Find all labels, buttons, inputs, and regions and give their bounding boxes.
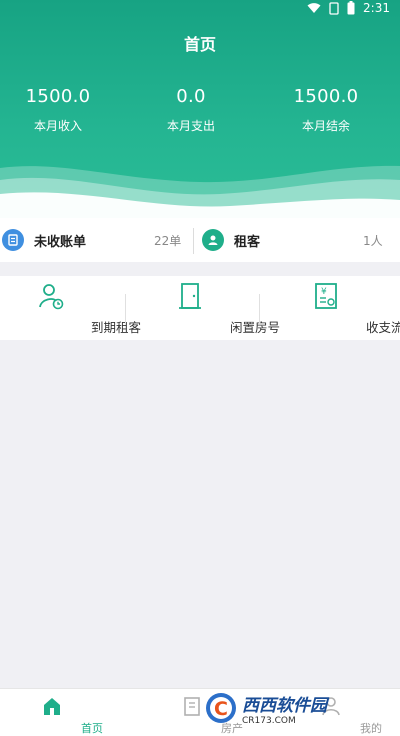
app-root: 2:31 首页 1500.0 本月收入 0.0 本月支出 1500.0 本月结余 [0,0,400,736]
stat-expense-value: 0.0 [176,86,206,107]
tab-home[interactable]: 首页 [12,689,103,736]
svg-text:C: C [214,698,228,720]
header-banner: 2:31 首页 1500.0 本月收入 0.0 本月支出 1500.0 本月结余 [0,0,400,218]
person-icon [202,229,224,251]
tenants-label: 租客 [234,234,261,250]
summary-row: 未收账单 22单 租客 1人 [0,218,400,262]
stat-balance[interactable]: 1500.0 本月结余 [261,86,391,134]
watermark-brand: 西西软件园 [242,695,327,716]
stat-expense-label: 本月支出 [166,119,215,133]
unpaid-bills-label: 未收账单 [34,234,87,250]
unpaid-bills-count: 22单 [154,233,182,248]
bill-icon [2,229,24,251]
signal-icon [329,1,339,15]
tenants-item[interactable]: 租客 1人 [202,218,390,262]
action-vacant-rooms[interactable]: 闲置房号 [125,276,280,340]
building-icon [184,697,200,716]
tab-home-label: 首页 [81,722,103,735]
stat-income-value: 1500.0 [25,86,91,107]
watermark-logo: C 西西软件园 CR173.COM [204,690,382,726]
stat-balance-label: 本月结余 [301,119,350,133]
watermark-emblem-icon: C [206,693,236,723]
action-cashflow[interactable]: ¥ 收支流水 [261,276,400,340]
stat-income[interactable]: 1500.0 本月收入 [0,86,123,134]
status-time: 2:31 [363,1,390,15]
unpaid-bills-item[interactable]: 未收账单 22单 [2,218,190,262]
svg-text:¥: ¥ [321,287,327,297]
action-cashflow-label: 收支流水 [365,320,400,335]
page-title: 首页 [183,35,216,54]
status-bar: 2:31 [0,0,400,18]
stat-income-label: 本月收入 [33,119,82,133]
tenants-count: 1人 [363,233,383,248]
header-wave-decoration [0,165,400,218]
wifi-icon [307,3,321,13]
stat-expense[interactable]: 0.0 本月支出 [126,86,256,134]
battery-icon [347,1,355,15]
person-clock-icon [39,284,64,310]
quick-actions: 到期租客 闲置房号 ¥ 收支流水 [0,276,400,340]
home-icon [44,698,60,715]
stat-balance-value: 1500.0 [293,86,359,107]
action-expiring-tenants[interactable]: 到期租客 [0,276,141,340]
bottom-navigation: 首页 房产 我的 C 西西软件园 CR173.COM [0,688,400,736]
ledger-icon: ¥ [315,283,337,309]
door-icon [179,283,201,309]
summary-divider [193,228,194,254]
action-divider [259,294,260,324]
watermark-url: CR173.COM [242,715,296,726]
